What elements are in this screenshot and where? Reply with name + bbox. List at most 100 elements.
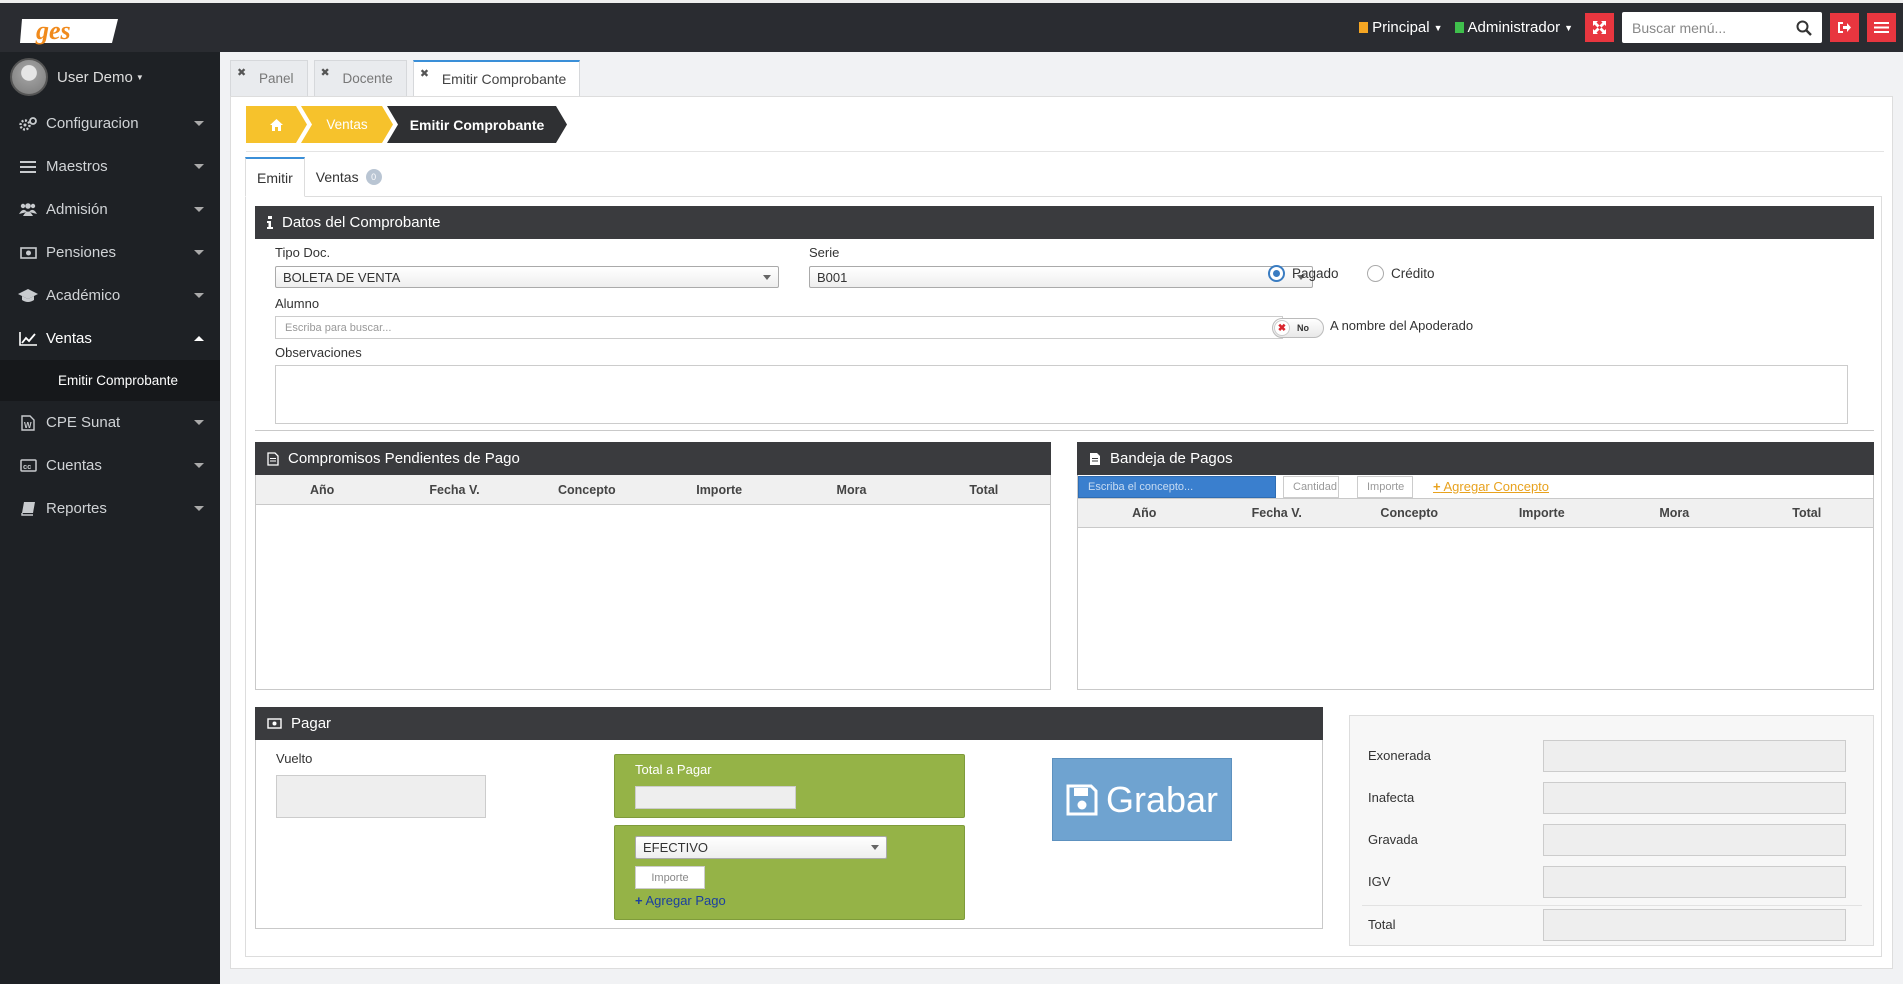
table-header: Año Fecha V. Concepto Importe Mora Total bbox=[1078, 498, 1873, 528]
column-header[interactable]: Mora bbox=[1608, 499, 1741, 527]
total-field bbox=[1543, 909, 1846, 941]
hamburger-menu-button[interactable] bbox=[1867, 13, 1896, 42]
inafecta-label: Inafecta bbox=[1368, 790, 1415, 805]
importe-input[interactable]: Importe bbox=[1357, 476, 1413, 498]
breadcrumb-ventas[interactable]: Ventas bbox=[301, 106, 393, 143]
igv-field bbox=[1543, 866, 1846, 898]
sidebar-item-maestros[interactable]: Maestros bbox=[0, 145, 220, 188]
sign-out-icon bbox=[1838, 22, 1851, 33]
sidebar-item-pensiones[interactable]: Pensiones bbox=[0, 231, 220, 274]
user-menu[interactable]: User Demo ▼ bbox=[0, 52, 220, 102]
sidebar-item-reportes[interactable]: Reportes bbox=[0, 487, 220, 530]
tab-label: Emitir Comprobante bbox=[441, 71, 567, 87]
breadcrumb-current: Emitir Comprobante bbox=[387, 106, 567, 143]
bandeja-panel-body: Escriba el concepto... Cantidad Importe … bbox=[1077, 475, 1874, 690]
radio-label: Crédito bbox=[1391, 266, 1435, 281]
tipo-doc-label: Tipo Doc. bbox=[275, 245, 331, 260]
observaciones-label: Observaciones bbox=[275, 345, 362, 360]
agregar-pago-link[interactable]: + Agregar Pago bbox=[635, 893, 726, 908]
breadcrumb-home[interactable] bbox=[246, 106, 307, 143]
expand-icon bbox=[1593, 21, 1606, 34]
totales-panel: Exonerada Inafecta Gravada IGV Total bbox=[1349, 715, 1874, 946]
caret-up-icon bbox=[194, 336, 204, 341]
column-header[interactable]: Concepto bbox=[521, 475, 653, 504]
sidebar-item-admision[interactable]: Admisión bbox=[0, 188, 220, 231]
svg-text:cc: cc bbox=[23, 462, 31, 471]
breadcrumb-label: Ventas bbox=[326, 117, 368, 132]
sidebar-item-cpe-sunat[interactable]: W CPE Sunat bbox=[0, 401, 220, 444]
tab-docente[interactable]: ✖ Docente bbox=[313, 60, 407, 96]
home-icon bbox=[270, 119, 283, 131]
caret-down-icon bbox=[194, 207, 204, 212]
column-header[interactable]: Año bbox=[256, 475, 388, 504]
select-value: BOLETA DE VENTA bbox=[283, 269, 401, 285]
radio-pagado[interactable]: Pagado bbox=[1268, 265, 1339, 282]
column-header[interactable]: Importe bbox=[653, 475, 785, 504]
money-icon bbox=[267, 718, 282, 729]
alumno-label: Alumno bbox=[275, 296, 320, 311]
sidebar-item-label: Configuracion bbox=[46, 115, 139, 132]
principal-menu[interactable]: Principal ▼ bbox=[1359, 19, 1443, 36]
alumno-search-input[interactable]: Escriba para buscar... bbox=[275, 316, 1283, 339]
save-icon bbox=[1066, 784, 1098, 815]
column-header[interactable]: Año bbox=[1078, 499, 1211, 527]
bars-icon bbox=[1874, 22, 1889, 33]
tab-ventas[interactable]: Ventas 0 bbox=[305, 157, 393, 197]
caret-down-icon bbox=[194, 463, 204, 468]
input-placeholder: Cantidad bbox=[1293, 481, 1338, 493]
input-placeholder: Escriba para buscar... bbox=[285, 321, 392, 334]
total-pagar-box: Total a Pagar bbox=[614, 754, 965, 818]
column-header[interactable]: Mora bbox=[785, 475, 917, 504]
radio-credito[interactable]: Crédito bbox=[1367, 265, 1435, 282]
tab-emitir-comprobante[interactable]: ✖ Emitir Comprobante bbox=[412, 60, 581, 96]
admin-menu[interactable]: Administrador ▼ bbox=[1454, 19, 1573, 36]
app-logo[interactable]: ges bbox=[20, 13, 120, 47]
compromisos-table: Año Fecha V. Concepto Importe Mora Total bbox=[255, 475, 1051, 690]
column-header[interactable]: Total bbox=[918, 475, 1050, 504]
avatar bbox=[10, 58, 48, 96]
sidebar: User Demo ▼ Configuracion Maestros Admis… bbox=[0, 52, 220, 984]
compromisos-panel-header: Compromisos Pendientes de Pago bbox=[255, 442, 1051, 475]
admin-label: Administrador bbox=[1467, 19, 1561, 36]
agregar-concepto-link[interactable]: + Agregar Concepto bbox=[1433, 479, 1549, 494]
column-header[interactable]: Fecha V. bbox=[388, 475, 520, 504]
sidebar-item-label: Admisión bbox=[46, 201, 108, 218]
close-icon[interactable]: ✖ bbox=[420, 67, 429, 80]
tab-emitir[interactable]: Emitir bbox=[245, 157, 305, 197]
search-placeholder: Buscar menú... bbox=[1632, 19, 1727, 36]
sidebar-subitem-emitir-comprobante[interactable]: Emitir Comprobante bbox=[0, 360, 220, 401]
menu-search-input[interactable]: Buscar menú... bbox=[1622, 12, 1822, 43]
column-header[interactable]: Importe bbox=[1476, 499, 1609, 527]
sidebar-item-label: CPE Sunat bbox=[46, 414, 121, 431]
sidebar-item-academico[interactable]: Académico bbox=[0, 274, 220, 317]
breadcrumb-label: Emitir Comprobante bbox=[409, 116, 545, 133]
close-icon[interactable]: ✖ bbox=[321, 66, 330, 79]
concepto-input[interactable]: Escriba el concepto... bbox=[1078, 476, 1276, 498]
search-icon[interactable] bbox=[1796, 20, 1812, 36]
serie-select[interactable]: B001 bbox=[809, 266, 1313, 288]
sidebar-item-configuracion[interactable]: Configuracion bbox=[0, 102, 220, 145]
sidebar-subitem-label: Emitir Comprobante bbox=[58, 373, 179, 388]
sidebar-item-ventas[interactable]: Ventas bbox=[0, 317, 220, 360]
observaciones-textarea[interactable] bbox=[275, 365, 1848, 424]
link-label: Agregar Concepto bbox=[1443, 479, 1550, 494]
close-icon[interactable]: ✖ bbox=[237, 66, 246, 79]
cantidad-input[interactable]: Cantidad bbox=[1283, 476, 1339, 498]
pago-importe-input[interactable]: Importe bbox=[635, 866, 705, 889]
plus-icon: + bbox=[1433, 479, 1441, 494]
logout-button[interactable] bbox=[1830, 13, 1859, 42]
fullscreen-button[interactable] bbox=[1585, 13, 1614, 42]
caret-down-icon bbox=[194, 293, 204, 298]
column-header[interactable]: Total bbox=[1741, 499, 1874, 527]
igv-label: IGV bbox=[1368, 874, 1391, 889]
sidebar-item-cuentas[interactable]: cc Cuentas bbox=[0, 444, 220, 487]
apoderado-toggle[interactable]: ✖ No bbox=[1272, 318, 1324, 338]
grabar-button[interactable]: Grabar bbox=[1052, 758, 1232, 841]
cc-icon: cc bbox=[18, 458, 38, 474]
column-header[interactable]: Concepto bbox=[1343, 499, 1476, 527]
metodo-pago-select[interactable]: EFECTIVO bbox=[635, 836, 887, 859]
tab-panel[interactable]: ✖ Panel bbox=[230, 60, 308, 96]
sidebar-item-label: Reportes bbox=[46, 500, 107, 517]
tipo-doc-select[interactable]: BOLETA DE VENTA bbox=[275, 266, 779, 288]
column-header[interactable]: Fecha V. bbox=[1211, 499, 1344, 527]
